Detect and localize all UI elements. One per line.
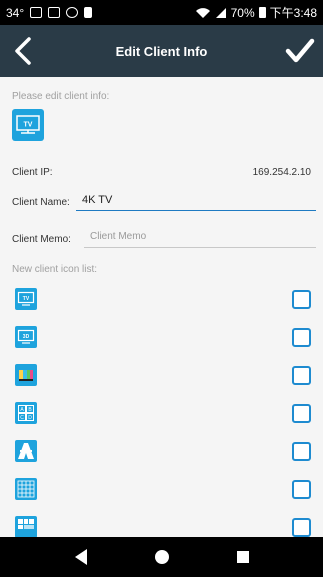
icon-option-row[interactable] <box>0 360 323 398</box>
svg-text:D: D <box>28 415 32 421</box>
svg-text:TV: TV <box>24 122 33 129</box>
form-prompt: Please edit client info: <box>12 91 110 102</box>
3d-tv-icon: 3D <box>15 326 37 348</box>
edit-form: Please edit client info: TV Client IP: 1… <box>0 77 323 538</box>
system-nav-bar <box>0 537 323 577</box>
icon-checkbox[interactable] <box>292 480 311 499</box>
client-ip-label: Client IP: <box>12 167 53 178</box>
status-left: 34° <box>6 5 93 20</box>
multi-grid-icon <box>15 516 37 538</box>
icon-option-row[interactable]: 3D <box>0 322 323 360</box>
icon-checkbox[interactable] <box>292 290 311 309</box>
gallery-notification-icon <box>30 7 43 18</box>
icon-checkbox[interactable] <box>292 404 311 423</box>
client-ip-value: 169.254.2.10 <box>252 167 311 178</box>
status-right: 70% 下午3:48 <box>195 4 317 21</box>
client-name-input[interactable] <box>76 189 316 211</box>
icon-checkbox[interactable] <box>292 366 311 385</box>
numbers-grid-icon <box>15 478 37 500</box>
icon-list-heading: New client icon list: <box>12 264 98 275</box>
svg-text:TV: TV <box>23 296 30 302</box>
page-title: Edit Client Info <box>115 43 208 59</box>
icon-option-row[interactable] <box>0 436 323 474</box>
icon-checkbox[interactable] <box>292 328 311 347</box>
tv-icon: TV <box>15 288 37 310</box>
current-client-icon[interactable]: TV <box>12 109 44 141</box>
tv-icon: TV <box>16 115 40 134</box>
client-memo-input[interactable] <box>84 226 316 248</box>
icon-checkbox[interactable] <box>292 442 311 461</box>
icon-checkbox[interactable] <box>292 518 311 537</box>
battery-percent: 70% <box>230 5 255 20</box>
clock: 下午3:48 <box>269 6 317 20</box>
client-memo-label: Client Memo: <box>12 234 71 245</box>
abcd-grid-icon: A B C D <box>15 402 37 424</box>
triangle-back-icon <box>74 549 87 565</box>
image-notification-icon <box>48 7 61 18</box>
icon-option-row[interactable] <box>0 474 323 512</box>
chevron-left-icon <box>15 37 31 65</box>
color-bars-icon <box>15 364 37 386</box>
checkmark-icon <box>285 38 315 63</box>
done-button[interactable] <box>283 36 317 66</box>
square-recents-icon <box>236 551 249 563</box>
nav-recents-button[interactable] <box>228 542 258 572</box>
app-bar: Edit Client Info <box>0 25 323 77</box>
battery-icon <box>258 7 266 18</box>
nav-back-button[interactable] <box>66 542 96 572</box>
temperature: 34° <box>6 5 25 20</box>
status-bar: 34° 70% 下午3:48 <box>0 0 323 25</box>
wifi-icon <box>195 7 210 18</box>
signal-icon <box>215 7 226 18</box>
svg-text:3D: 3D <box>23 334 30 340</box>
settings-notification-icon <box>66 7 79 18</box>
client-name-label: Client Name: <box>12 197 70 208</box>
road-icon <box>15 440 37 462</box>
circle-home-icon <box>154 550 169 564</box>
battery-saver-icon <box>84 7 93 18</box>
nav-home-button[interactable] <box>147 542 177 572</box>
back-button[interactable] <box>8 36 38 66</box>
icon-option-row[interactable]: A B C D <box>0 398 323 436</box>
icon-option-row[interactable]: TV <box>0 284 323 322</box>
svg-text:C: C <box>20 415 24 421</box>
